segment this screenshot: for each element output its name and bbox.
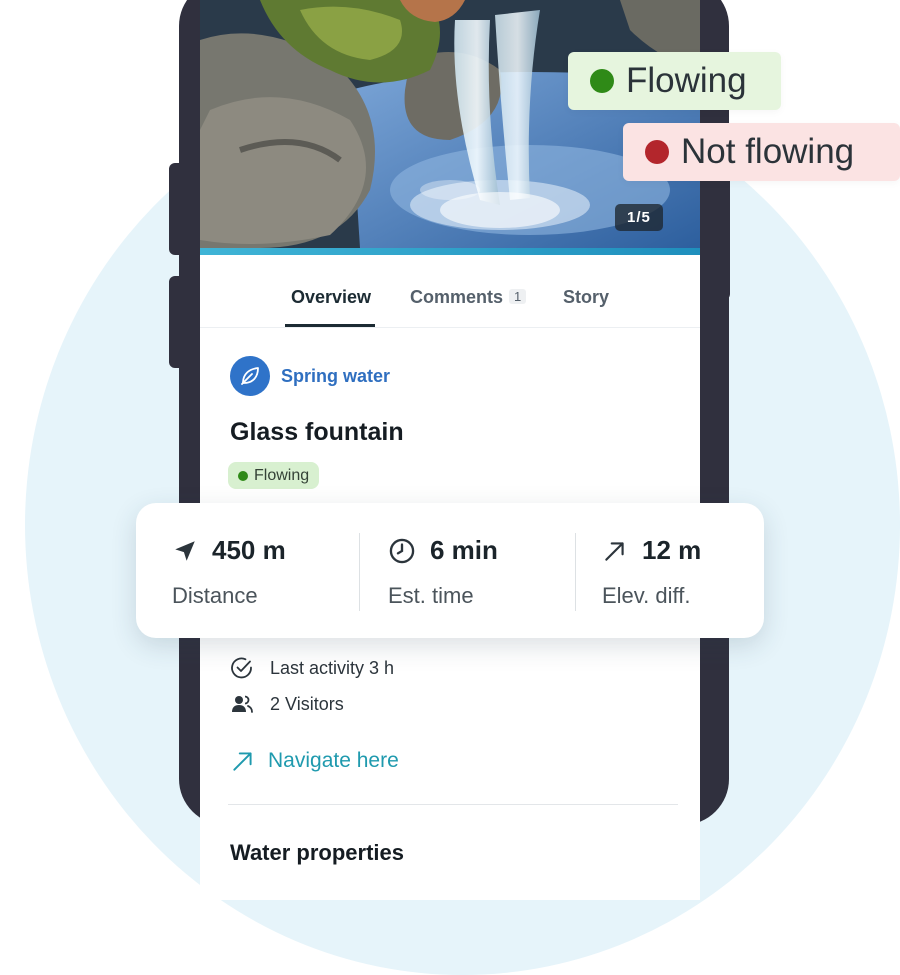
tab-bar: Overview Comments 1 Story — [200, 255, 700, 328]
comments-count-badge: 1 — [509, 289, 527, 304]
navigation-arrow-icon — [175, 540, 195, 561]
stat-separator — [359, 533, 360, 611]
arrow-up-right-icon — [233, 752, 252, 771]
flowing-dot-icon — [590, 69, 614, 93]
section-divider — [228, 804, 678, 805]
arrow-up-right-icon — [605, 541, 624, 561]
photo-counter: 1/5 — [615, 204, 663, 231]
category-row: Spring water — [230, 356, 390, 396]
check-circle-icon — [231, 657, 252, 679]
visitors-row: 2 Visitors — [230, 692, 344, 716]
status-dot-icon — [238, 470, 248, 481]
stat-elevation-label: Elev. diff. — [602, 583, 691, 608]
water-properties-heading: Water properties — [230, 840, 405, 865]
status-badge: Flowing — [228, 462, 320, 489]
tab-overview[interactable]: Overview — [291, 287, 371, 308]
tab-comments[interactable]: Comments 1 — [410, 287, 527, 308]
stat-elevation-value: 12 m — [642, 535, 702, 565]
last-activity-text: Last activity 3 h — [270, 657, 395, 678]
leaf-icon — [230, 356, 270, 396]
navigate-here-label: Navigate here — [268, 749, 399, 772]
stat-distance-value: 450 m — [212, 535, 286, 565]
status-badge-label: Flowing — [254, 466, 310, 484]
active-tab-indicator — [285, 324, 375, 327]
stat-time-label: Est. time — [388, 583, 474, 608]
stat-separator — [575, 533, 576, 611]
legend-not-flowing-label: Not flowing — [681, 132, 855, 171]
legend-flowing-label: Flowing — [626, 61, 747, 100]
stat-distance-label: Distance — [172, 583, 258, 608]
last-activity-row: Last activity 3 h — [230, 656, 394, 680]
legend-flowing-chip: Flowing — [568, 52, 781, 110]
stat-time-value: 6 min — [430, 535, 498, 565]
users-icon — [232, 695, 253, 713]
hero-accent-bar — [200, 248, 700, 255]
not-flowing-dot-icon — [645, 140, 669, 164]
visitors-text: 2 Visitors — [270, 693, 344, 714]
stats-card: 450 m Distance 6 min Est. time 12 m Elev… — [136, 503, 764, 638]
navigate-here-link[interactable]: Navigate here — [230, 748, 399, 774]
category-label: Spring water — [281, 365, 391, 386]
tab-story[interactable]: Story — [563, 287, 609, 308]
clock-icon — [389, 538, 415, 563]
place-title: Glass fountain — [230, 418, 404, 446]
legend-not-flowing-chip: Not flowing — [623, 123, 900, 181]
tab-story-label: Story — [563, 287, 610, 307]
tab-overview-label: Overview — [291, 287, 372, 307]
tab-comments-label: Comments — [410, 287, 504, 307]
